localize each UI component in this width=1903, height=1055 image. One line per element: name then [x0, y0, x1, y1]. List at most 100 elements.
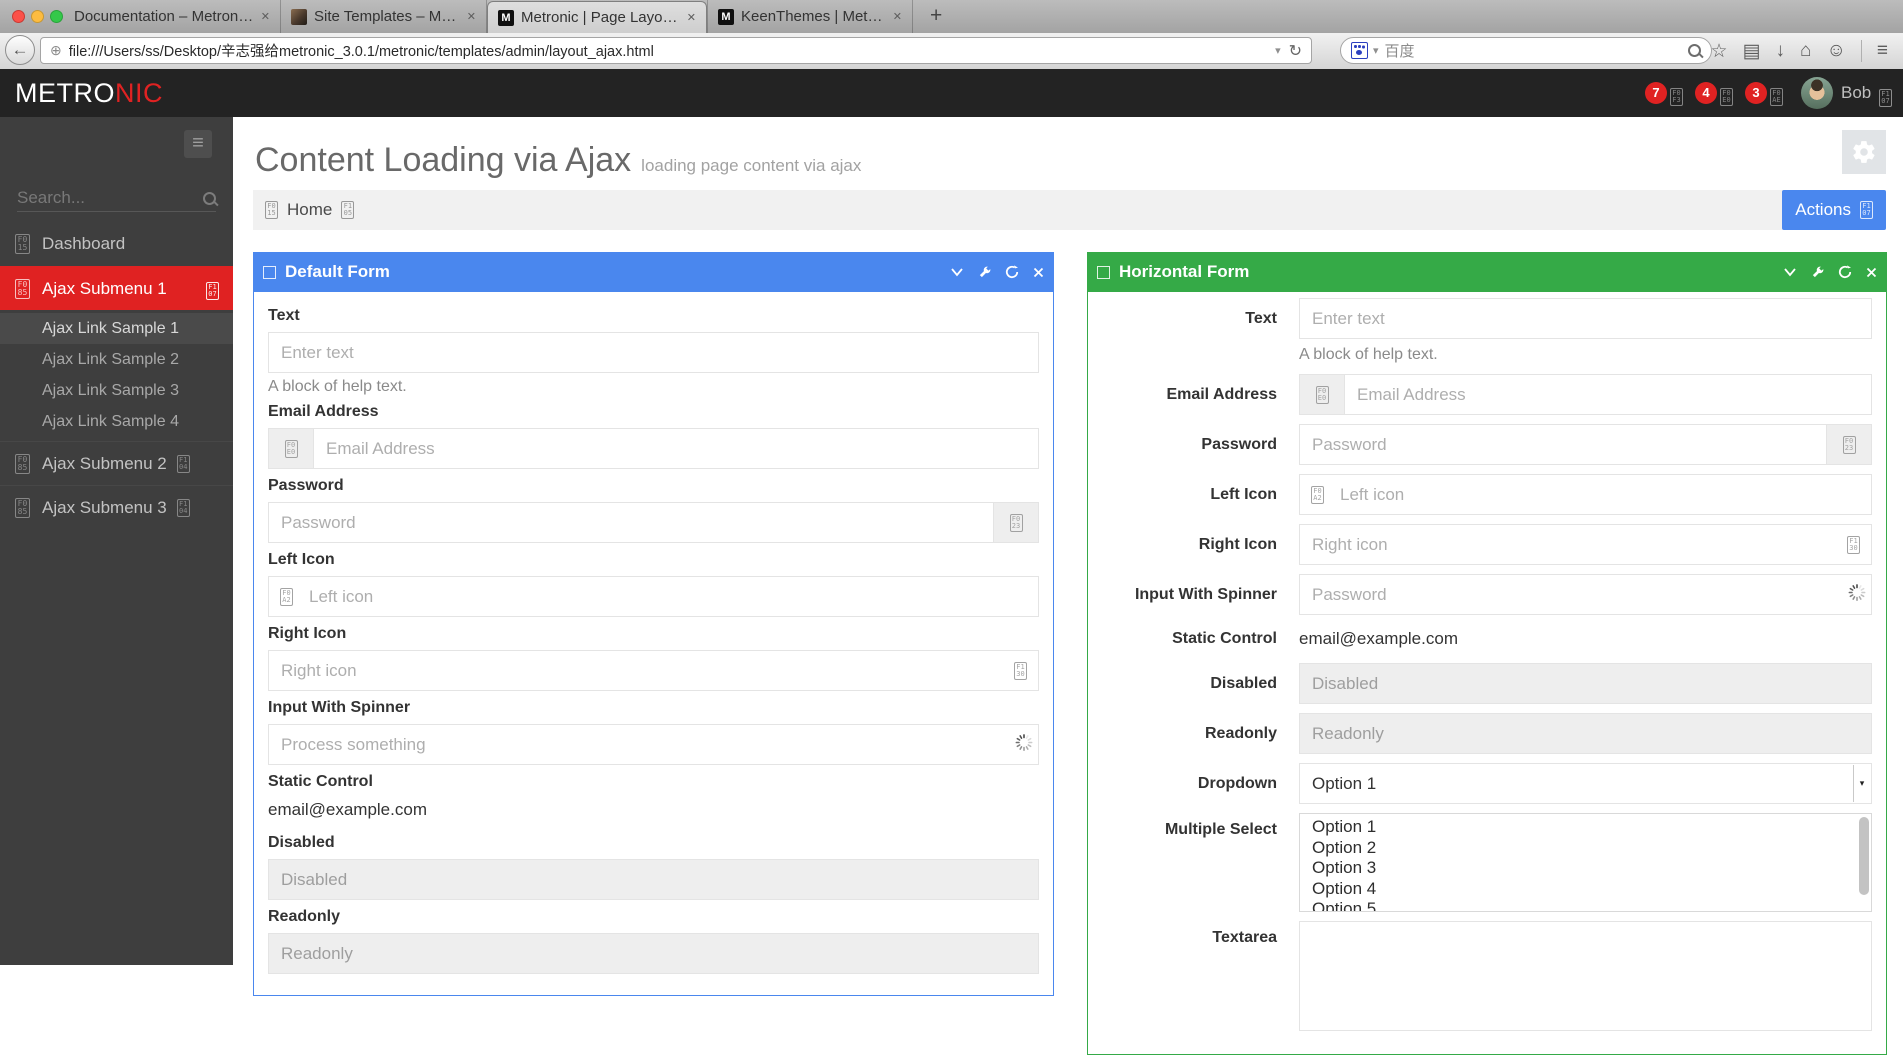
url-text[interactable]: file:///Users/ss/Desktop/辛志强给metronic_3.… — [69, 40, 1267, 61]
scrollbar[interactable] — [1859, 817, 1869, 895]
password-input[interactable] — [1299, 424, 1827, 465]
sidebar-item-ajax-submenu-3[interactable]: F085 Ajax Submenu 3 F104 — [0, 485, 233, 529]
select-option[interactable]: Option 2 — [1312, 838, 1871, 859]
select-option[interactable]: Option 5 — [1312, 899, 1871, 912]
close-icon[interactable] — [1033, 267, 1044, 278]
dropdown-select[interactable]: Option 1 ▾ — [1299, 763, 1872, 804]
home-icon[interactable]: ⌂ — [1800, 40, 1811, 62]
field-label: Disabled — [1102, 663, 1277, 704]
breadcrumb-home-link[interactable]: Home — [287, 200, 332, 220]
close-tab-icon[interactable]: ✕ — [687, 11, 696, 24]
form-row-spinner: Input With Spinner — [1102, 574, 1872, 615]
tab-title: Documentation – Metronic Ad... — [74, 8, 254, 25]
tab-site-templates[interactable]: Site Templates – Metronic... ✕ — [281, 0, 487, 33]
form-row-right-icon: Right Icon F130 — [1102, 524, 1872, 565]
field-label: Textarea — [1102, 921, 1277, 1031]
config-wrench-icon[interactable] — [978, 266, 991, 279]
metronic-logo[interactable]: METRONIC — [15, 78, 163, 109]
address-bar[interactable]: ⊕ file:///Users/ss/Desktop/辛志强给metronic_… — [40, 37, 1312, 64]
sidebar-item-ajax-submenu-1[interactable]: F085 Ajax Submenu 1 F107 — [0, 266, 233, 310]
field-label: Password — [1102, 424, 1277, 465]
tab-documentation[interactable]: Documentation – Metronic Ad... ✕ — [64, 0, 281, 33]
sidebar-item-ajax-link-sample-2[interactable]: Ajax Link Sample 2 — [0, 344, 233, 375]
app-menu-icon[interactable]: ≡ — [1877, 40, 1888, 62]
tab-metronic-page-layouts[interactable]: M Metronic | Page Layouts – ... ✕ — [487, 1, 707, 33]
sidebar: ≡ Search... F015 Dashboard F085 Ajax Sub… — [0, 117, 233, 965]
sidebar-item-ajax-link-sample-4[interactable]: Ajax Link Sample 4 — [0, 406, 233, 437]
close-tab-icon[interactable]: ✕ — [893, 10, 902, 23]
field-label: Left Icon — [268, 550, 1039, 570]
settings-button[interactable] — [1842, 130, 1886, 174]
spinner-input[interactable] — [268, 724, 1039, 765]
sidebar-item-ajax-submenu-2[interactable]: F085 Ajax Submenu 2 F104 — [0, 441, 233, 485]
text-input[interactable] — [268, 332, 1039, 373]
back-button[interactable]: ← — [5, 35, 35, 65]
collapse-icon[interactable] — [950, 266, 964, 278]
email-input[interactable] — [313, 428, 1039, 469]
config-wrench-icon[interactable] — [1811, 266, 1824, 279]
window-close-button[interactable] — [12, 10, 25, 23]
sidebar-toggle-button[interactable]: ≡ — [184, 130, 212, 158]
password-input[interactable] — [268, 502, 994, 543]
browser-tab-bar: Documentation – Metronic Ad... ✕ Site Te… — [0, 0, 1903, 33]
textarea-input[interactable] — [1299, 921, 1872, 1031]
select-option[interactable]: Option 4 — [1312, 879, 1871, 900]
envelope-icon: F0E0 — [1316, 386, 1329, 404]
collapse-icon[interactable] — [1783, 266, 1797, 278]
url-history-dropdown-icon[interactable]: ▾ — [1275, 44, 1281, 57]
reload-icon[interactable]: ↻ — [1289, 41, 1302, 61]
window-minimize-button[interactable] — [31, 10, 44, 23]
search-icon[interactable] — [1688, 44, 1701, 57]
left-icon-input[interactable] — [268, 576, 1039, 617]
field-label: Text — [1102, 298, 1277, 365]
multi-select[interactable]: Option 1 Option 2 Option 3 Option 4 Opti… — [1299, 813, 1872, 912]
feedback-icon[interactable]: ☺ — [1827, 40, 1846, 62]
close-icon[interactable] — [1866, 267, 1877, 278]
email-input[interactable] — [1344, 374, 1872, 415]
text-input[interactable] — [1299, 298, 1872, 339]
search-icon[interactable] — [203, 192, 216, 205]
form-row-static: Static Control email@example.com — [1102, 624, 1872, 654]
notifications-count-badge[interactable]: 7 — [1645, 82, 1667, 104]
window-zoom-button[interactable] — [50, 10, 63, 23]
left-icon-input[interactable] — [1299, 474, 1872, 515]
right-icon-input[interactable] — [268, 650, 1039, 691]
new-tab-button[interactable]: + — [930, 4, 942, 28]
tasks-icon[interactable]: F0AE — [1770, 88, 1783, 106]
form-group-static: Static Control email@example.com — [268, 772, 1039, 826]
tab-keenthemes[interactable]: M KeenThemes | Metronic – ... ✕ — [707, 0, 913, 33]
close-tab-icon[interactable]: ✕ — [467, 10, 476, 23]
user-caret-icon[interactable]: F107 — [1879, 89, 1892, 107]
bookmarks-panel-icon[interactable]: ▤ — [1743, 40, 1761, 63]
close-tab-icon[interactable]: ✕ — [261, 10, 270, 23]
search-bar[interactable]: ▾ 百度 — [1340, 37, 1712, 64]
reload-icon[interactable] — [1005, 265, 1019, 279]
actions-button[interactable]: Actions F107 — [1782, 190, 1886, 230]
sidebar-item-ajax-link-sample-1[interactable]: Ajax Link Sample 1 — [0, 313, 233, 344]
baidu-engine-icon[interactable] — [1351, 42, 1368, 59]
home-icon: F015 — [265, 201, 278, 219]
user-avatar[interactable] — [1801, 77, 1833, 109]
sidebar-search[interactable]: Search... — [17, 185, 216, 212]
downloads-icon[interactable]: ↓ — [1776, 40, 1786, 62]
envelope-icon[interactable]: F0E0 — [1720, 88, 1733, 106]
right-icon-input[interactable] — [1299, 524, 1872, 565]
engine-dropdown-icon[interactable]: ▾ — [1373, 44, 1379, 57]
page-subtitle: loading page content via ajax — [641, 156, 861, 175]
messages-count-badge[interactable]: 4 — [1695, 82, 1717, 104]
chevron-down-icon: F107 — [1860, 201, 1873, 219]
spinner-input[interactable] — [1299, 574, 1872, 615]
bell-icon[interactable]: F0F3 — [1670, 88, 1683, 106]
sidebar-item-ajax-link-sample-3[interactable]: Ajax Link Sample 3 — [0, 375, 233, 406]
user-name[interactable]: Bob — [1841, 83, 1871, 103]
sidebar-item-dashboard[interactable]: F015 Dashboard — [0, 222, 233, 266]
select-arrow-icon[interactable]: ▾ — [1853, 765, 1870, 802]
select-option[interactable]: Option 1 — [1312, 817, 1871, 838]
tasks-count-badge[interactable]: 3 — [1745, 82, 1767, 104]
reload-icon[interactable] — [1838, 265, 1852, 279]
select-option[interactable]: Option 3 — [1312, 858, 1871, 879]
field-label: Readonly — [268, 907, 1039, 927]
home-icon: F015 — [15, 234, 30, 254]
envelope-icon: F0E0 — [285, 440, 298, 458]
bookmark-star-icon[interactable]: ☆ — [1711, 40, 1728, 63]
